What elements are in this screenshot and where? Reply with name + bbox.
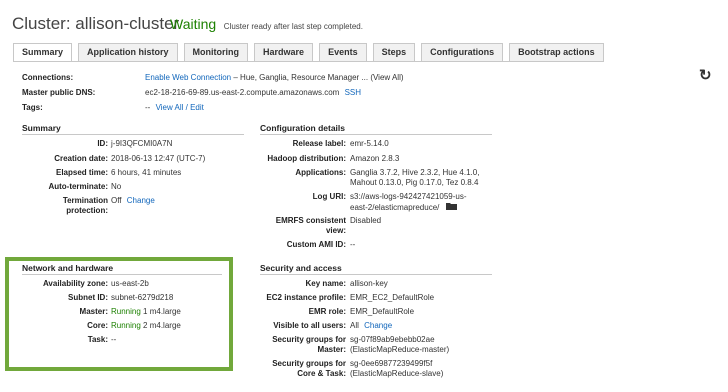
visible-to-all-change-link[interactable]: Change xyxy=(364,321,392,330)
emr-role-label: EMR role: xyxy=(308,307,346,316)
hadoop-distribution-label: Hadoop distribution: xyxy=(267,154,346,163)
dns-text: ec2-18-216-69-89.us-east-2.compute.amazo… xyxy=(145,88,340,97)
release-label-label: Release label: xyxy=(292,139,346,148)
sg-core-task-name: (ElasticMapReduce-slave) xyxy=(350,369,444,378)
termination-protection-value: Off Change xyxy=(111,196,155,205)
auto-terminate-value: No xyxy=(111,182,122,191)
emrfs-label-2: view: xyxy=(325,226,346,235)
release-label-value: emr-5.14.0 xyxy=(350,139,389,148)
cluster-status: Waiting Cluster ready after last step co… xyxy=(170,16,363,32)
cluster-id-value: j-9I3QFCMI0A7N xyxy=(111,139,173,148)
security-divider xyxy=(260,274,492,275)
sg-core-task-label-1: Security groups for xyxy=(272,359,346,368)
instance-profile-value: EMR_EC2_DefaultRole xyxy=(350,293,435,302)
elapsed-time-label: Elapsed time: xyxy=(55,168,108,177)
elapsed-time-value: 6 hours, 41 minutes xyxy=(111,168,182,177)
creation-date-value: 2018-06-13 12:47 (UTC-7) xyxy=(111,154,206,163)
view-edit-tags-link[interactable]: View All / Edit xyxy=(156,103,204,112)
log-uri-value-line1: s3://aws-logs-942427421059-us- xyxy=(350,192,467,201)
tab-bootstrap-actions[interactable]: Bootstrap actions xyxy=(509,43,604,62)
auto-terminate-label: Auto-terminate: xyxy=(48,182,108,191)
visible-to-all-label: Visible to all users: xyxy=(273,321,346,330)
cluster-id-label: ID: xyxy=(97,139,108,148)
summary-heading: Summary xyxy=(22,123,61,133)
visible-to-all-state: All xyxy=(350,321,359,330)
tags-prefix: -- xyxy=(145,103,151,112)
enable-web-connection-link[interactable]: Enable Web Connection xyxy=(145,73,231,82)
hadoop-distribution-value: Amazon 2.8.3 xyxy=(350,154,400,163)
network-highlight-box xyxy=(5,257,233,371)
tab-summary[interactable]: Summary xyxy=(13,43,73,62)
termination-protection-change-link[interactable]: Change xyxy=(127,196,155,205)
creation-date-label: Creation date: xyxy=(54,154,108,163)
status-badge: Waiting xyxy=(170,16,217,32)
tab-application-history[interactable]: Application history xyxy=(78,43,178,62)
emrfs-label-1: EMRFS consistent xyxy=(275,216,346,225)
termination-protection-label-1: Termination xyxy=(62,196,108,205)
sg-master-name: (ElasticMapReduce-master) xyxy=(350,345,450,354)
log-uri-value-line2: east-2/elasticmapreduce/ xyxy=(350,202,458,212)
applications-value-line2: Mahout 0.13.0, Pig 0.17.0, Tez 0.8.4 xyxy=(350,178,479,187)
log-uri-label: Log URI: xyxy=(312,192,346,201)
connections-label: Connections: xyxy=(22,73,74,82)
tab-bar: Summary Application history Monitoring H… xyxy=(13,43,610,62)
configuration-heading: Configuration details xyxy=(260,123,345,133)
tab-divider xyxy=(13,61,553,62)
applications-value-line1: Ganglia 3.7.2, Hive 2.3.2, Hue 4.1.0, xyxy=(350,168,480,177)
tab-monitoring[interactable]: Monitoring xyxy=(183,43,249,62)
configuration-divider xyxy=(260,134,492,135)
status-message: Cluster ready after last step completed. xyxy=(223,22,363,31)
key-name-label: Key name: xyxy=(305,279,346,288)
sg-master-label-1: Security groups for xyxy=(272,335,346,344)
tab-steps[interactable]: Steps xyxy=(372,43,416,62)
dns-label: Master public DNS: xyxy=(22,88,96,97)
termination-protection-label-2: protection: xyxy=(66,206,108,215)
sg-master-label-2: Master: xyxy=(317,345,346,354)
emrfs-value: Disabled xyxy=(350,216,382,225)
tags-label: Tags: xyxy=(22,103,43,112)
sg-master-link[interactable]: sg-07f89ab9ebebb02ae xyxy=(350,335,435,344)
tab-configurations[interactable]: Configurations xyxy=(421,43,504,62)
emr-role-value: EMR_DefaultRole xyxy=(350,307,415,316)
refresh-icon[interactable]: ↻ xyxy=(699,66,712,84)
tags-value: -- View All / Edit xyxy=(145,103,204,112)
termination-protection-state: Off xyxy=(111,196,122,205)
instance-profile-label: EC2 instance profile: xyxy=(266,293,346,302)
connections-value: Enable Web Connection – Hue, Ganglia, Re… xyxy=(145,73,404,82)
folder-icon[interactable] xyxy=(445,202,458,211)
key-name-value: allison-key xyxy=(350,279,388,288)
custom-ami-label: Custom AMI ID: xyxy=(286,240,346,249)
ssh-link[interactable]: SSH xyxy=(345,88,361,97)
visible-to-all-value: All Change xyxy=(350,321,392,330)
connections-apps: – Hue, Ganglia, Resource Manager ... (Vi… xyxy=(231,73,404,82)
applications-label: Applications: xyxy=(295,168,346,177)
summary-divider xyxy=(22,134,244,135)
security-heading: Security and access xyxy=(260,263,342,273)
dns-value: ec2-18-216-69-89.us-east-2.compute.amazo… xyxy=(145,88,361,97)
tab-hardware[interactable]: Hardware xyxy=(254,43,314,62)
sg-core-task-label-2: Core & Task: xyxy=(297,369,346,378)
tab-events[interactable]: Events xyxy=(319,43,367,62)
custom-ami-value: -- xyxy=(350,240,356,249)
page-title: Cluster: allison-cluster xyxy=(12,14,180,33)
log-uri-path: east-2/elasticmapreduce/ xyxy=(350,203,440,212)
sg-core-task-link[interactable]: sg-0ee69877239499f5f xyxy=(350,359,432,368)
